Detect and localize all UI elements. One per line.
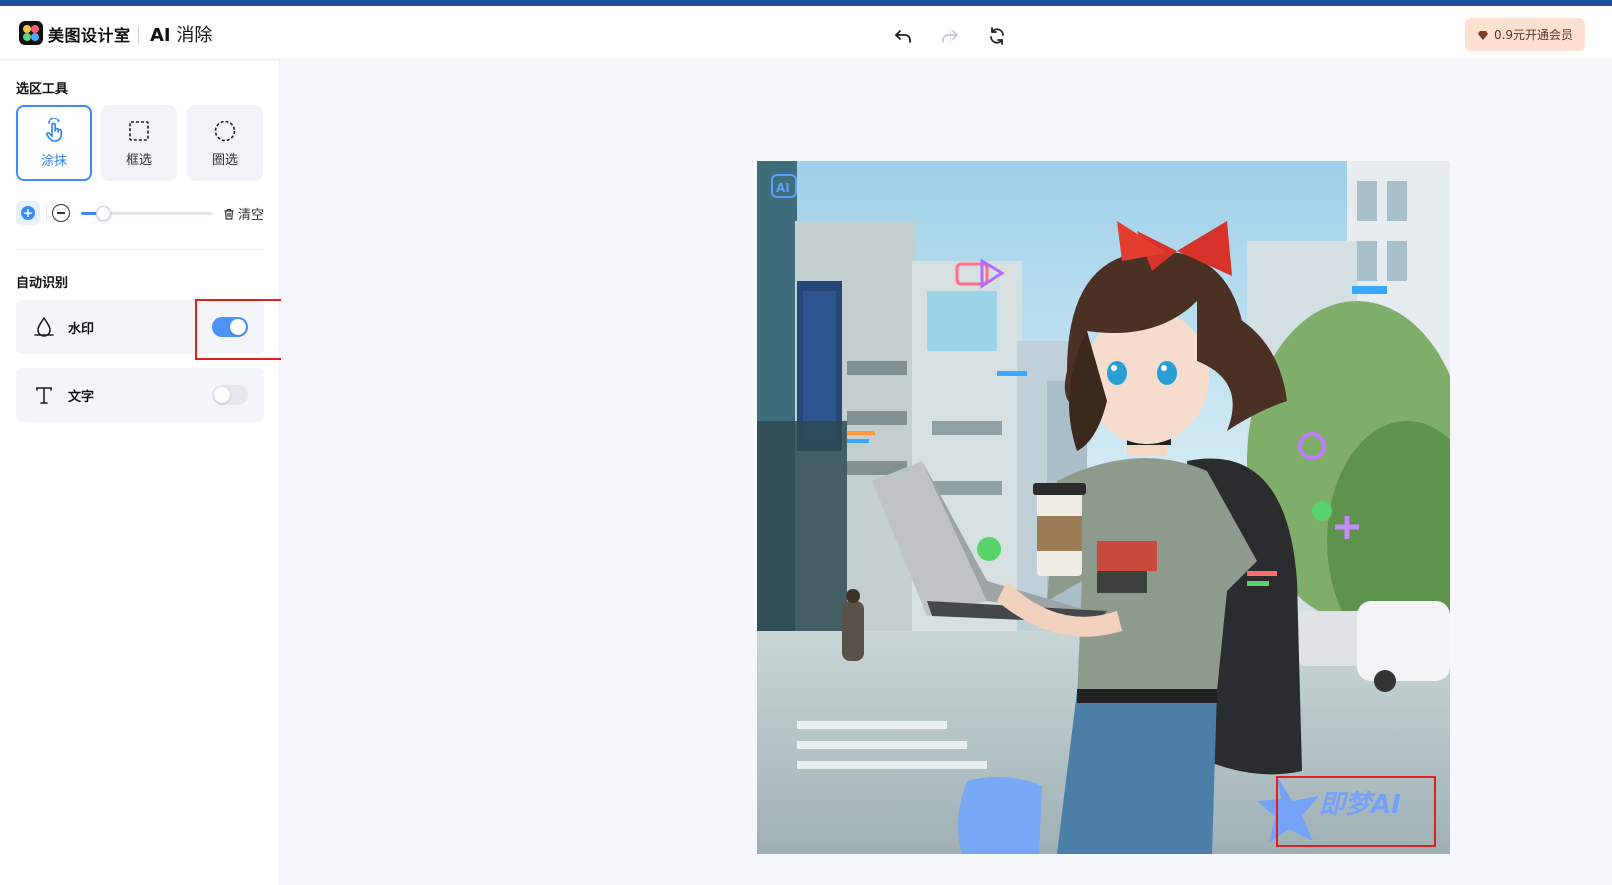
vip-membership-button[interactable]: 0.9元开通会员	[1465, 18, 1585, 51]
text-icon	[36, 387, 52, 404]
hand-brush-icon	[46, 117, 62, 142]
undo-button[interactable]	[891, 24, 915, 48]
undo-icon	[895, 30, 911, 43]
trash-icon	[224, 208, 234, 220]
brand-name[interactable]: 美图设计室	[48, 22, 131, 46]
watermark-text: 即梦AI	[1319, 790, 1401, 820]
clear-label: 清空	[237, 208, 264, 223]
reset-button[interactable]	[985, 24, 1009, 48]
watermark-label: 水印	[68, 322, 95, 337]
anime-girl-street-illustration: AI 即梦AI	[757, 161, 1450, 854]
watermark-switch[interactable]	[212, 317, 248, 337]
selection-tools-title: 选区工具	[16, 82, 69, 97]
brush-size-slider[interactable]	[81, 206, 213, 221]
corner-ai-badge: AI	[776, 181, 790, 195]
app-logo-icon[interactable]	[19, 21, 43, 45]
header: 美图设计室 AI 消除 0.9元开通会员	[0, 6, 1612, 60]
clear-button[interactable]: 清空	[223, 204, 264, 223]
switch-knob	[214, 387, 230, 403]
brush-decrease-button[interactable]	[52, 204, 70, 222]
auto-detect-title: 自动识别	[16, 276, 69, 291]
watermark-icon	[34, 317, 54, 337]
minus-icon	[57, 212, 65, 214]
tool-smear-button[interactable]: 涂抹	[16, 105, 92, 181]
plus-icon: +	[21, 206, 35, 220]
tool-rect-select-button[interactable]: 框选	[101, 105, 177, 181]
redo-icon	[942, 30, 958, 43]
tool-lasso-select-button[interactable]: 圈选	[187, 105, 263, 181]
watermark-toggle-card[interactable]: 水印	[16, 300, 264, 354]
tool-lasso-select-label: 圈选	[211, 152, 238, 168]
sidebar	[0, 61, 280, 885]
brush-row-separator	[46, 205, 47, 221]
brand-divider	[138, 26, 139, 44]
text-label: 文字	[68, 390, 95, 405]
brush-size-row: + 清空	[16, 200, 264, 226]
text-toggle-card[interactable]: 文字	[16, 368, 264, 422]
artwork-image[interactable]: AI 即梦AI	[757, 161, 1450, 854]
tool-smear-label: 涂抹	[40, 153, 67, 169]
product-title: AI 消除	[150, 25, 213, 46]
diamond-heart-icon	[1477, 30, 1488, 40]
sidebar-divider	[16, 249, 264, 250]
tool-rect-select-label: 框选	[125, 152, 152, 168]
redo-button[interactable]	[938, 24, 962, 48]
rect-select-icon	[129, 120, 149, 141]
switch-knob	[230, 319, 246, 335]
vip-label: 0.9元开通会员	[1493, 28, 1574, 42]
refresh-icon	[990, 27, 1004, 45]
brush-increase-button[interactable]: +	[16, 201, 40, 225]
brush-size-thumb[interactable]	[96, 206, 112, 221]
text-switch[interactable]	[212, 385, 248, 405]
lasso-select-icon	[214, 120, 236, 141]
